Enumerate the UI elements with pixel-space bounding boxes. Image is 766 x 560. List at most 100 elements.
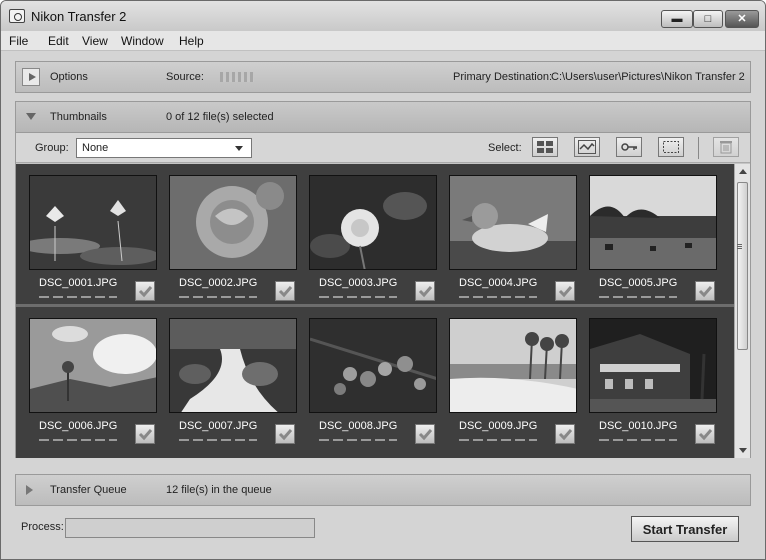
photo-lotus-flowers[interactable] bbox=[29, 175, 157, 270]
rating-dashes[interactable] bbox=[39, 296, 117, 298]
photo-duck[interactable] bbox=[449, 175, 577, 270]
checkmark-icon[interactable] bbox=[555, 281, 575, 301]
select-new-button[interactable] bbox=[574, 137, 600, 157]
thumbnail-item[interactable]: DSC_0002.JPG bbox=[169, 175, 299, 309]
thumbnail-item[interactable]: DSC_0005.JPG bbox=[589, 175, 719, 309]
thumbnail-item[interactable]: DSC_0006.JPG bbox=[29, 318, 159, 452]
menu-view[interactable]: View bbox=[82, 34, 108, 48]
minimize-button[interactable]: ▬ bbox=[661, 10, 693, 28]
rating-dashes[interactable] bbox=[39, 439, 117, 441]
source-value-redacted bbox=[220, 72, 254, 82]
transfer-queue-panel: Transfer Queue 12 file(s) in the queue bbox=[15, 474, 751, 506]
source-label: Source: bbox=[166, 71, 204, 83]
checkmark-icon[interactable] bbox=[415, 281, 435, 301]
marquee-icon bbox=[663, 141, 679, 153]
scrollbar-thumb[interactable] bbox=[737, 182, 748, 350]
thumbnail-item[interactable]: DSC_0003.JPG bbox=[309, 175, 439, 309]
destination-path: C:\Users\user\Pictures\Nikon Transfer 2 bbox=[551, 71, 745, 83]
select-none-button[interactable] bbox=[658, 137, 684, 157]
thumbnail-grid: DSC_0001.JPG DSC_0002.JPG DSC_0003.JPG D… bbox=[16, 164, 734, 458]
queue-label[interactable]: Transfer Queue bbox=[50, 484, 127, 496]
menu-window[interactable]: Window bbox=[121, 34, 164, 48]
photo-beach-palms[interactable] bbox=[449, 318, 577, 413]
rating-dashes[interactable] bbox=[319, 296, 397, 298]
thumbnails-toolbar: Group: None Select: bbox=[16, 133, 750, 163]
photo-waterfall[interactable] bbox=[169, 318, 297, 413]
file-name: DSC_0009.JPG bbox=[459, 420, 538, 432]
rating-dashes[interactable] bbox=[319, 439, 397, 441]
process-label: Process: bbox=[21, 521, 64, 533]
expand-queue-icon[interactable] bbox=[26, 485, 33, 495]
trash-icon bbox=[720, 141, 732, 154]
menu-edit[interactable]: Edit bbox=[48, 34, 69, 48]
thumbnails-header: Thumbnails 0 of 12 file(s) selected bbox=[16, 102, 750, 133]
thumbnail-item[interactable]: DSC_0009.JPG bbox=[449, 318, 579, 452]
thumbnail-item[interactable]: DSC_0004.JPG bbox=[449, 175, 579, 309]
vertical-scrollbar[interactable] bbox=[734, 164, 750, 458]
start-transfer-button[interactable]: Start Transfer bbox=[631, 516, 739, 542]
select-all-button[interactable] bbox=[532, 137, 558, 157]
select-label: Select: bbox=[488, 142, 522, 154]
delete-button[interactable] bbox=[713, 137, 739, 157]
grip-icon bbox=[737, 244, 742, 250]
scroll-up-icon[interactable] bbox=[739, 169, 747, 174]
file-name: DSC_0001.JPG bbox=[39, 277, 118, 289]
menu-bar: File Edit View Window Help bbox=[1, 31, 765, 51]
photo-meadow-horses[interactable] bbox=[589, 175, 717, 270]
file-name: DSC_0002.JPG bbox=[179, 277, 258, 289]
menu-help[interactable]: Help bbox=[179, 34, 204, 48]
group-dropdown[interactable]: None bbox=[76, 138, 252, 158]
rating-dashes[interactable] bbox=[459, 296, 537, 298]
file-name: DSC_0005.JPG bbox=[599, 277, 678, 289]
rating-dashes[interactable] bbox=[459, 439, 537, 441]
file-name: DSC_0006.JPG bbox=[39, 420, 118, 432]
window-title: Nikon Transfer 2 bbox=[31, 9, 127, 24]
checkmark-icon[interactable] bbox=[415, 424, 435, 444]
photo-white-flower[interactable] bbox=[309, 175, 437, 270]
photo-tree-clouds[interactable] bbox=[29, 318, 157, 413]
rating-dashes[interactable] bbox=[179, 439, 257, 441]
checkmark-icon[interactable] bbox=[135, 424, 155, 444]
rating-dashes[interactable] bbox=[599, 439, 677, 441]
thumbnail-item[interactable]: DSC_0010.JPG bbox=[589, 318, 719, 452]
checkmark-icon[interactable] bbox=[275, 424, 295, 444]
toolbar-divider bbox=[698, 137, 699, 159]
rating-dashes[interactable] bbox=[179, 296, 257, 298]
photo-berries[interactable] bbox=[309, 318, 437, 413]
group-value: None bbox=[82, 142, 109, 154]
select-protected-button[interactable] bbox=[616, 137, 642, 157]
menu-file[interactable]: File bbox=[9, 34, 28, 48]
group-label: Group: bbox=[35, 142, 69, 154]
camera-icon bbox=[9, 9, 25, 23]
grid-icon bbox=[537, 141, 553, 153]
wave-icon bbox=[578, 140, 596, 154]
checkmark-icon[interactable] bbox=[695, 281, 715, 301]
collapse-thumbnails-icon[interactable] bbox=[26, 113, 36, 120]
title-bar[interactable]: Nikon Transfer 2 ▬ □ ✕ bbox=[1, 1, 765, 31]
queue-status: 12 file(s) in the queue bbox=[166, 484, 272, 496]
options-panel: Options Source: Primary Destination: C:\… bbox=[15, 61, 751, 93]
file-name: DSC_0003.JPG bbox=[319, 277, 398, 289]
file-name: DSC_0008.JPG bbox=[319, 420, 398, 432]
app-window: Nikon Transfer 2 ▬ □ ✕ File Edit View Wi… bbox=[0, 0, 766, 560]
thumbnail-item[interactable]: DSC_0008.JPG bbox=[309, 318, 439, 452]
checkmark-icon[interactable] bbox=[555, 424, 575, 444]
checkmark-icon[interactable] bbox=[695, 424, 715, 444]
scroll-down-icon[interactable] bbox=[739, 448, 747, 453]
photo-rose[interactable] bbox=[169, 175, 297, 270]
expand-options-icon[interactable] bbox=[22, 68, 40, 86]
file-name: DSC_0004.JPG bbox=[459, 277, 538, 289]
selection-status: 0 of 12 file(s) selected bbox=[166, 111, 274, 123]
close-button[interactable]: ✕ bbox=[725, 10, 759, 28]
file-name: DSC_0010.JPG bbox=[599, 420, 678, 432]
thumbnail-item[interactable]: DSC_0007.JPG bbox=[169, 318, 299, 452]
checkmark-icon[interactable] bbox=[275, 281, 295, 301]
photo-lit-building[interactable] bbox=[589, 318, 717, 413]
options-label[interactable]: Options bbox=[50, 71, 88, 83]
maximize-button[interactable]: □ bbox=[693, 10, 723, 28]
checkmark-icon[interactable] bbox=[135, 281, 155, 301]
thumbnail-item[interactable]: DSC_0001.JPG bbox=[29, 175, 159, 309]
thumbnails-label[interactable]: Thumbnails bbox=[50, 111, 107, 123]
chevron-down-icon bbox=[235, 146, 243, 151]
rating-dashes[interactable] bbox=[599, 296, 677, 298]
